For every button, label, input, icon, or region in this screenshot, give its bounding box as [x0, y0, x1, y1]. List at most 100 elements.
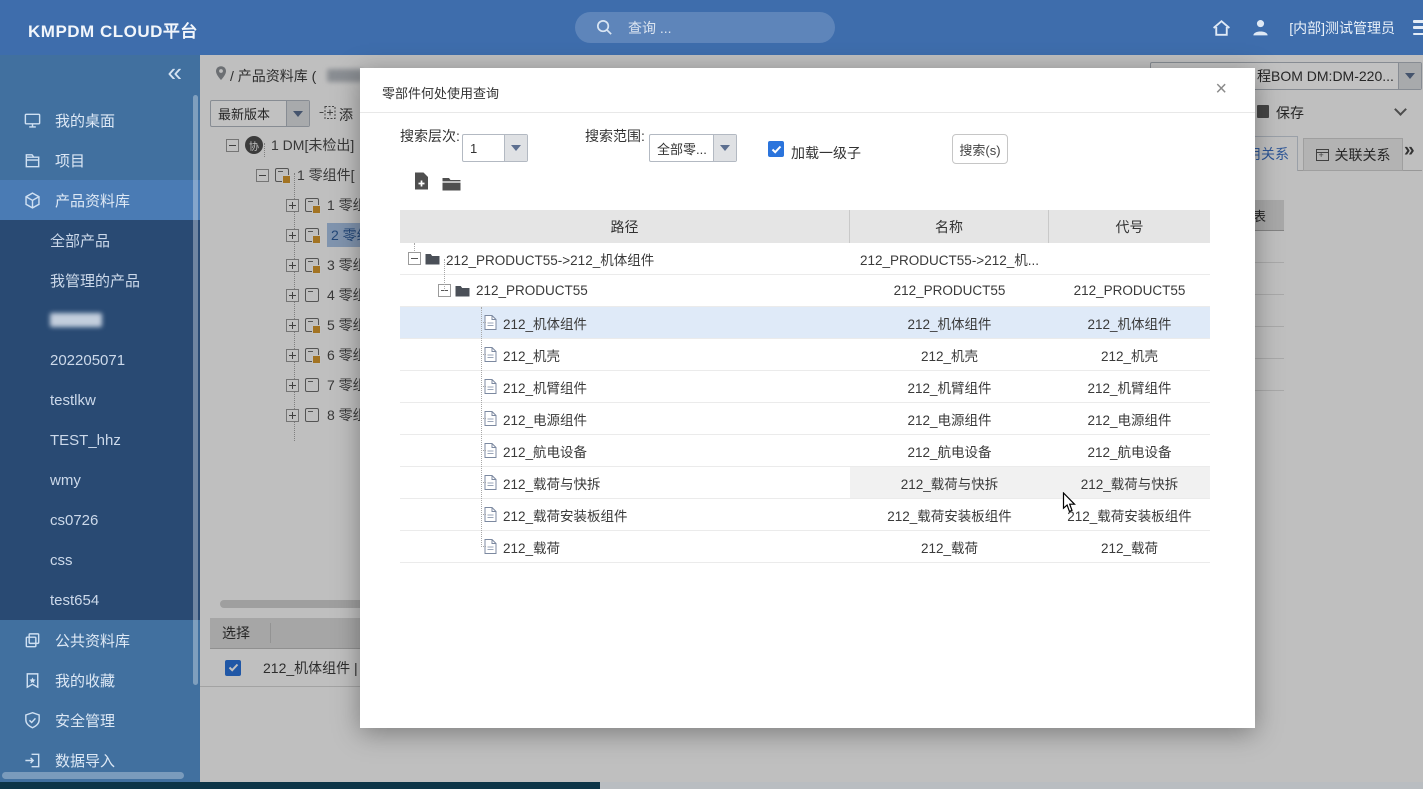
redacted-label — [50, 313, 102, 327]
where-used-row[interactable]: 212_航电设备 212_航电设备 212_航电设备 — [400, 435, 1210, 467]
name-label: 212_载荷安装板组件 — [887, 508, 1012, 524]
data-import-icon — [22, 750, 42, 770]
add-file-icon[interactable] — [414, 172, 429, 195]
where-used-dialog: 零部件何处使用查询 × 搜索层次: 1 搜索范围: 全部零... 加载一级子 搜… — [360, 68, 1255, 728]
sidebar-collapse-icon[interactable]: « — [168, 57, 182, 87]
sidebar-subitem-9[interactable]: test654 — [0, 580, 200, 620]
path-cell: 212_PRODUCT55 — [400, 275, 850, 306]
path-cell: 212_机臂组件 — [400, 371, 850, 402]
sidebar-subitem-6[interactable]: wmy — [0, 460, 200, 500]
product-library-icon — [22, 190, 42, 210]
sidebar-horizontal-scrollbar[interactable] — [2, 772, 184, 779]
sidebar-subitem-1[interactable]: 我管理的产品 — [0, 260, 200, 300]
column-header-name[interactable]: 名称 — [850, 210, 1049, 243]
sidebar-subitem-7[interactable]: cs0726 — [0, 500, 200, 540]
search-scope-select[interactable]: 全部零... — [649, 134, 737, 162]
name-label: 212_机体组件 — [907, 316, 992, 332]
code-label: 212_电源组件 — [1087, 412, 1172, 428]
sidebar-item-product-library[interactable]: 产品资料库 — [0, 180, 200, 220]
favorites-icon — [22, 670, 42, 690]
open-folder-icon[interactable] — [442, 176, 461, 196]
where-used-row[interactable]: 212_机壳 212_机壳 212_机壳 — [400, 339, 1210, 371]
name-label: 212_载荷与快拆 — [900, 476, 999, 492]
where-used-row[interactable]: 212_载荷 212_载荷 212_载荷 — [400, 531, 1210, 563]
sidebar-item-desktop[interactable]: 我的桌面 — [0, 100, 200, 140]
load-children-checkbox[interactable] — [768, 141, 784, 157]
path-cell: 212_PRODUCT55->212_机体组件 — [400, 243, 850, 274]
sidebar-vertical-scrollbar[interactable] — [193, 95, 198, 685]
where-used-row[interactable]: 212_机体组件 212_机体组件 212_机体组件 — [400, 307, 1210, 339]
where-used-row[interactable]: 212_电源组件 212_电源组件 212_电源组件 — [400, 403, 1210, 435]
sidebar-item-label: 安全管理 — [55, 712, 116, 730]
name-cell: 212_机臂组件 — [850, 371, 1049, 402]
path-cell: 212_电源组件 — [400, 403, 850, 434]
sidebar-submenu: 全部产品 我管理的产品 202205071 testlkw TEST_hhz wmy cs0… — [0, 220, 200, 620]
sidebar-nav: « 我的桌面项目产品资料库 全部产品 我管理的产品 202205071 testlkw T… — [0, 55, 200, 782]
search-scope-label: 搜索范围: — [585, 128, 645, 144]
sidebar-subitem-8[interactable]: css — [0, 540, 200, 580]
sidebar-item-security[interactable]: 安全管理 — [0, 700, 200, 740]
column-header-code[interactable]: 代号 — [1049, 210, 1210, 243]
path-cell: 212_机体组件 — [400, 307, 850, 338]
sidebar-item-public-library[interactable]: 公共资料库 — [0, 620, 200, 660]
name-label: 212_PRODUCT55->212_机... — [860, 252, 1039, 268]
sidebar-subitem-0[interactable]: 全部产品 — [0, 220, 200, 260]
column-header-path[interactable]: 路径 — [400, 210, 850, 243]
where-used-row[interactable]: 212_PRODUCT55->212_机体组件 212_PRODUCT55->21… — [400, 243, 1210, 275]
sidebar-item-label: 项目 — [55, 152, 86, 170]
where-used-row[interactable]: 212_机臂组件 212_机臂组件 212_机臂组件 — [400, 371, 1210, 403]
name-cell: 212_机体组件 — [850, 307, 1049, 338]
name-label: 212_机壳 — [920, 348, 979, 364]
close-icon[interactable]: × — [1215, 78, 1227, 101]
path-label: 212_PRODUCT55 — [476, 283, 588, 298]
path-label: 212_机体组件 — [503, 316, 588, 332]
sidebar-subitem-3[interactable]: 202205071 — [0, 340, 200, 380]
search-button[interactable]: 搜索(s) — [952, 134, 1008, 164]
sidebar-item-label: 数据导入 — [55, 752, 116, 770]
load-children-label: 加载一级子 — [791, 145, 861, 161]
code-cell: 212_机臂组件 — [1049, 371, 1210, 402]
where-used-row[interactable]: 212_PRODUCT55 212_PRODUCT55 212_PRODUCT55 — [400, 275, 1210, 307]
code-cell: 212_机壳 — [1049, 339, 1210, 370]
where-used-table: 路径 名称 代号 212_PRODUCT55->212_机体组件 212_PROD… — [400, 210, 1210, 563]
code-cell: 212_机体组件 — [1049, 307, 1210, 338]
code-label: 212_机壳 — [1100, 348, 1159, 364]
security-icon — [22, 710, 42, 730]
name-cell: 212_PRODUCT55 — [850, 275, 1049, 306]
chevron-down-icon[interactable] — [504, 135, 527, 161]
where-used-row[interactable]: 212_载荷安装板组件 212_载荷安装板组件 212_载荷安装板组件 — [400, 499, 1210, 531]
path-label: 212_电源组件 — [503, 412, 588, 428]
name-cell: 212_电源组件 — [850, 403, 1049, 434]
menu-icon[interactable] — [1413, 20, 1423, 35]
search-placeholder: 查询 ... — [628, 19, 672, 36]
path-cell: 212_载荷安装板组件 — [400, 499, 850, 530]
sidebar-subitem-5[interactable]: TEST_hhz — [0, 420, 200, 460]
search-level-select[interactable]: 1 — [462, 134, 528, 162]
name-label: 212_航电设备 — [907, 444, 992, 460]
name-label: 212_机臂组件 — [907, 380, 992, 396]
code-label: 212_机臂组件 — [1087, 380, 1172, 396]
sidebar-subitem-4[interactable]: testlkw — [0, 380, 200, 420]
code-label: 212_载荷 — [1100, 540, 1159, 556]
path-label: 212_载荷与快拆 — [503, 476, 601, 492]
name-cell: 212_机壳 — [850, 339, 1049, 370]
path-cell: 212_载荷与快拆 — [400, 467, 850, 498]
collapse-box-icon[interactable] — [408, 252, 421, 265]
sidebar-item-label: 我的桌面 — [55, 112, 116, 130]
path-label: 212_PRODUCT55->212_机体组件 — [446, 252, 655, 268]
path-label: 212_载荷安装板组件 — [503, 508, 628, 524]
sidebar-item-favorites[interactable]: 我的收藏 — [0, 660, 200, 700]
path-cell: 212_航电设备 — [400, 435, 850, 466]
scrollbar-thumb[interactable] — [0, 782, 600, 789]
chevron-down-icon[interactable] — [713, 135, 736, 161]
sidebar-subitem-redacted[interactable] — [0, 300, 200, 340]
page-horizontal-scrollbar[interactable] — [0, 782, 1423, 789]
home-icon[interactable] — [1211, 17, 1232, 38]
global-search-input[interactable]: 查询 ... — [575, 12, 835, 43]
search-icon — [595, 18, 614, 37]
user-icon[interactable] — [1250, 17, 1271, 38]
path-label: 212_机臂组件 — [503, 380, 588, 396]
sidebar-item-label: 我的收藏 — [55, 672, 116, 690]
where-used-row[interactable]: 212_载荷与快拆 212_载荷与快拆 212_载荷与快拆 — [400, 467, 1210, 499]
sidebar-item-project[interactable]: 项目 — [0, 140, 200, 180]
